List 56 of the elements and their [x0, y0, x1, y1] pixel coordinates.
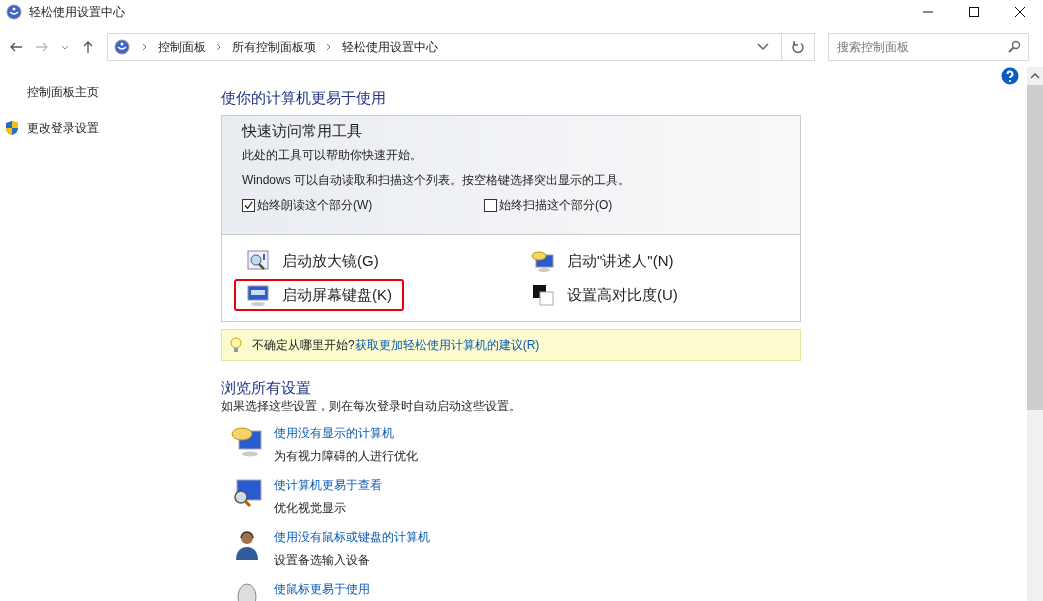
settings-link[interactable]: 使鼠标更易于使用: [274, 581, 370, 598]
monitor-magnifier-icon: [231, 477, 263, 509]
up-icon[interactable]: [81, 40, 95, 54]
panel-title: 快速访问常用工具: [242, 122, 363, 141]
scrollbar[interactable]: [1027, 67, 1043, 601]
settings-description: 为有视力障碍的人进行优化: [274, 448, 418, 465]
address-bar[interactable]: 控制面板 所有控制面板项 轻松使用设置中心: [107, 33, 782, 61]
dropdown-icon[interactable]: [61, 43, 69, 51]
scroll-up-icon[interactable]: [1030, 73, 1040, 79]
breadcrumb[interactable]: 所有控制面板项: [232, 38, 316, 56]
app-icon: [6, 4, 22, 20]
section-description: 如果选择这些设置，则在每次登录时自动启动这些设置。: [221, 398, 522, 415]
contrast-icon: [531, 283, 555, 307]
chevron-icon: [216, 43, 222, 51]
tool-link[interactable]: 启动放大镜(G): [234, 245, 391, 277]
highlighted-tool-link[interactable]: 启动屏幕键盘(K): [234, 279, 404, 311]
checkbox-label[interactable]: 始终扫描这个部分(O): [499, 197, 613, 214]
section-heading: 浏览所有设置: [221, 379, 312, 398]
maximize-icon[interactable]: [968, 6, 980, 18]
breadcrumb[interactable]: 轻松使用设置中心: [342, 38, 438, 56]
tip-text: 不确定从哪里开始?: [252, 336, 355, 354]
checkbox[interactable]: [484, 199, 497, 212]
sidebar-link[interactable]: 更改登录设置: [27, 119, 99, 137]
breadcrumb[interactable]: 控制面板: [158, 38, 206, 56]
refresh-button[interactable]: [782, 33, 815, 61]
panel-text: Windows 可以自动读取和扫描这个列表。按空格键选择突出显示的工具。: [242, 172, 631, 189]
settings-description: 优化视觉显示: [274, 500, 347, 517]
lightbulb-icon: [230, 337, 242, 353]
window-title: 轻松使用设置中心: [29, 3, 125, 21]
checkbox-label[interactable]: 始终朗读这个部分(W): [257, 197, 373, 214]
checkbox[interactable]: [242, 199, 255, 212]
help-icon[interactable]: [1001, 67, 1019, 85]
settings-description: 设置备选输入设备: [274, 552, 371, 569]
monitor-keyboard-icon: [246, 283, 270, 307]
panel-text: 此处的工具可以帮助你快速开始。: [242, 147, 423, 164]
monitor-speech-icon: [231, 425, 263, 457]
close-icon[interactable]: [1014, 6, 1026, 18]
tip-link[interactable]: 获取更加轻松使用计算机的建议(R): [354, 336, 540, 354]
search-field[interactable]: 搜索控制面板: [828, 33, 1029, 61]
dropdown-icon[interactable]: [757, 43, 769, 51]
section-heading: 使你的计算机更易于使用: [221, 89, 387, 108]
tool-link[interactable]: 设置高对比度(U): [519, 279, 690, 311]
chevron-icon: [142, 43, 148, 51]
chevron-icon: [326, 43, 332, 51]
magnifier-icon: [246, 249, 270, 273]
settings-link[interactable]: 使计算机更易于查看: [274, 477, 382, 494]
settings-link[interactable]: 使用没有显示的计算机: [274, 425, 418, 442]
location-icon: [114, 39, 130, 55]
refresh-icon: [791, 40, 805, 54]
settings-link[interactable]: 使用没有鼠标或键盘的计算机: [274, 529, 430, 546]
monitor-speech-icon: [531, 249, 555, 273]
sidebar-link[interactable]: 控制面板主页: [27, 83, 99, 101]
back-icon[interactable]: [9, 40, 23, 54]
shield-icon: [5, 120, 19, 136]
search-icon: [1007, 40, 1021, 54]
tool-link[interactable]: 启动"讲述人"(N): [519, 245, 686, 277]
